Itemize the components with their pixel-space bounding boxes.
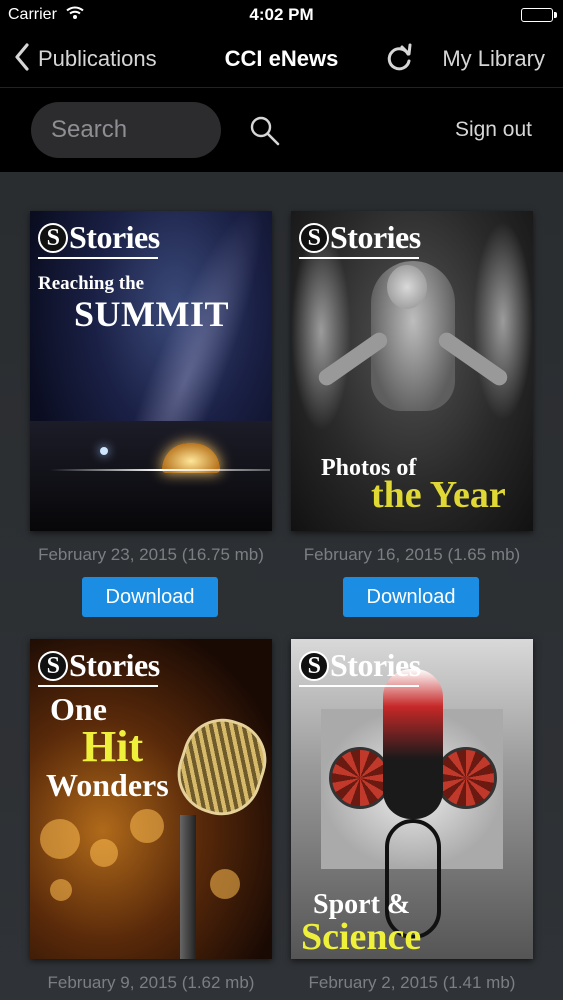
battery-icon (521, 8, 557, 22)
back-button[interactable]: Publications (14, 42, 157, 76)
publication-meta: February 16, 2015 (1.65 mb) (303, 545, 521, 564)
cover-title-line: Science (301, 916, 422, 958)
status-time: 4:02 PM (249, 5, 314, 24)
my-library-button[interactable]: My Library (442, 46, 545, 72)
download-button[interactable]: Download (82, 577, 218, 617)
back-button-label: Publications (38, 46, 157, 71)
search-bar: Sign out (0, 88, 563, 172)
sign-out-button[interactable]: Sign out (455, 118, 532, 142)
chevron-left-icon (14, 42, 30, 76)
cover-title-line: Wonders (46, 767, 169, 803)
search-icon[interactable] (248, 114, 282, 148)
download-button[interactable]: Download (343, 577, 479, 617)
cover-title-line: the Year (371, 474, 506, 516)
publication-grid: S Stories Reaching the SUMMIT February 23… (0, 172, 563, 1000)
publication-meta: February 23, 2015 (16.75 mb) (38, 545, 264, 564)
cover-brand: S Stories (299, 647, 421, 684)
cover-title-line: SUMMIT (74, 294, 229, 334)
cover-brand: S Stories (299, 219, 421, 256)
publication-meta: February 2, 2015 (1.41 mb) (308, 973, 516, 992)
cover-title-line: Reaching the (38, 273, 145, 294)
publication-cover-sport-and-science[interactable]: S Stories Sport & Science (291, 639, 533, 959)
status-bar: Carrier 4:02 PM (0, 0, 563, 30)
publication-cover-photos-of-the-year[interactable]: S Stories Photos of the Year (291, 211, 533, 531)
cover-title-line: Hit (82, 722, 144, 771)
search-input[interactable] (31, 102, 221, 158)
refresh-icon[interactable] (383, 42, 415, 74)
publication-cover-one-hit-wonders[interactable]: S Stories One Hit Wonders (30, 639, 272, 959)
publication-cover-reaching-the-summit[interactable]: S Stories Reaching the SUMMIT (30, 211, 272, 531)
cover-brand: S Stories (38, 219, 160, 256)
publication-meta: February 9, 2015 (1.62 mb) (47, 973, 255, 992)
navigation-bar: Publications CCI eNews My Library (0, 30, 563, 88)
cover-brand: S Stories (38, 647, 160, 684)
